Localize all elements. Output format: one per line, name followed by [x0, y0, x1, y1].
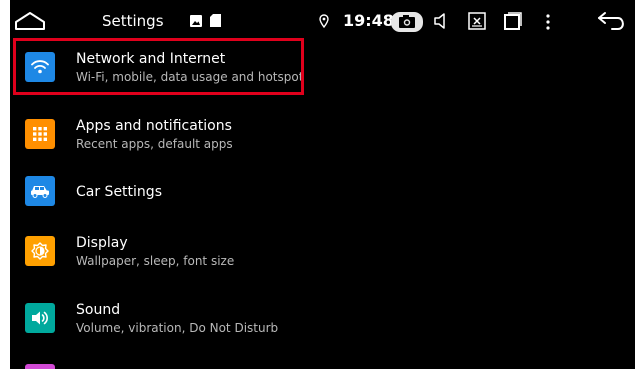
car-icon [25, 176, 55, 206]
screenshot-icon[interactable] [468, 12, 486, 30]
settings-item-title: Apps and notifications [76, 118, 232, 134]
selection-highlight [13, 38, 304, 95]
settings-item-title: Car Settings [76, 184, 162, 200]
page-title: Settings [102, 12, 164, 30]
settings-item-title: Sound [76, 302, 121, 318]
apps-grid-icon [25, 119, 55, 149]
settings-item-display[interactable]: Display Wallpaper, sleep, font size [10, 222, 635, 280]
more-icon[interactable] [543, 12, 553, 32]
clock: 19:48 [343, 11, 394, 30]
settings-item-subtitle: Volume, vibration, Do Not Disturb [76, 321, 279, 335]
home-icon[interactable] [14, 9, 46, 33]
screen: Settings 19:48 Network and Internet Wi-F… [10, 0, 635, 369]
photo-icon [190, 15, 202, 27]
location-icon [319, 14, 329, 28]
next-item-icon-partial [25, 364, 55, 369]
volume-icon[interactable] [433, 12, 449, 30]
recent-apps-icon[interactable] [503, 11, 523, 31]
camera-icon[interactable] [391, 12, 423, 32]
settings-item-car[interactable]: Car Settings [10, 164, 635, 222]
settings-item-title: Display [76, 235, 128, 251]
back-icon[interactable] [596, 10, 628, 32]
settings-item-subtitle: Wallpaper, sleep, font size [76, 254, 235, 268]
speaker-icon [25, 303, 55, 333]
settings-item-apps[interactable]: Apps and notifications Recent apps, defa… [10, 105, 635, 163]
status-bar: Settings 19:48 [10, 0, 635, 43]
brightness-icon [25, 236, 55, 266]
settings-item-subtitle: Recent apps, default apps [76, 137, 233, 151]
sd-card-icon [210, 14, 221, 27]
settings-item-sound[interactable]: Sound Volume, vibration, Do Not Disturb [10, 289, 635, 347]
